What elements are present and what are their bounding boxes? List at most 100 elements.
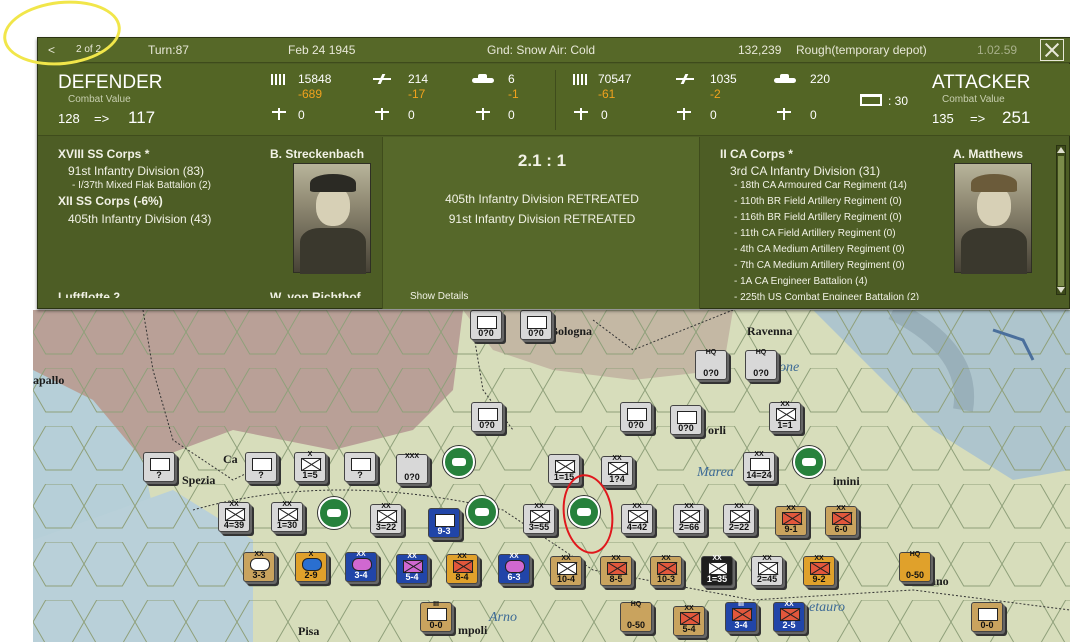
attacker-corps-1[interactable]: II CA Corps * [720, 147, 793, 161]
result-line-2: 91st Infantry Division RETREATED [448, 212, 636, 226]
unit-counter[interactable]: XX 4=42 [621, 503, 653, 534]
unit-counter[interactable]: 0?0 [471, 402, 503, 432]
men-icon [573, 74, 587, 85]
defender-men: 15848 [298, 72, 332, 86]
allied-unit-counter[interactable]: XX 3-4 [345, 551, 377, 582]
allied-unit-counter[interactable]: XX 8-5 [600, 555, 632, 586]
unit-counter[interactable]: XX 14=24 [743, 451, 775, 482]
defender-division-2[interactable]: 405th Infantry Division (43) [68, 212, 211, 226]
defender-battalion-1[interactable]: - I/37th Mixed Flak Battalion (2) [72, 180, 211, 191]
hex-map[interactable]: Bologna Ravenna apallo Ca a Spezia orli … [33, 310, 1070, 642]
allied-unit-counter[interactable]: XX 9-2 [803, 555, 835, 586]
unit-counter[interactable]: XX 2=66 [673, 503, 705, 534]
defender-corps-2[interactable]: XII SS Corps (-6%) [58, 194, 163, 208]
attacker-bomb2: 0 [710, 108, 717, 122]
unit-counter[interactable]: 0?0 [620, 402, 652, 432]
defender-cv-from: 128 [58, 111, 80, 126]
unit-counter[interactable]: 0?0 [520, 310, 552, 340]
defender-units-column: XVIII SS Corps * B. Streckenbach 91st In… [38, 137, 382, 309]
place-pisa: Pisa [298, 624, 320, 638]
defender-division-1[interactable]: 91st Infantry Division (83) [68, 164, 204, 178]
defender-bomb3: 0 [508, 108, 515, 122]
allied-unit-counter[interactable]: XX 10-4 [550, 555, 582, 586]
tank-icon [472, 74, 494, 83]
place-savio: one [779, 360, 800, 375]
unit-counter[interactable]: XX 2=22 [723, 503, 755, 534]
allied-unit-counter[interactable]: XX 6-0 [825, 505, 857, 536]
place-bologna: Bologna [550, 324, 593, 338]
unit-counter[interactable]: XX 1=1 [769, 401, 801, 432]
place-la-spezia: a Spezia [173, 473, 216, 487]
hq-counter[interactable]: XXX 0?0 [396, 453, 428, 484]
unit-counter[interactable]: 0?0 [670, 405, 702, 435]
defender-planes-delta: -17 [408, 87, 426, 101]
scroll-thumb[interactable] [1058, 156, 1064, 286]
attacker-list-scrollbar[interactable] [1056, 145, 1066, 295]
unit-counter[interactable]: XX 1?4 [601, 455, 633, 486]
allied-unit-counter[interactable]: XX 3-3 [243, 551, 275, 582]
attacker-regiment[interactable]: - 11th CA Field Artillery Regiment (0) [734, 228, 896, 239]
allied-unit-counter[interactable]: XX 5-4 [673, 605, 705, 636]
attacker-regiment[interactable]: - 116th BR Field Artillery Regiment (0) [734, 212, 902, 223]
allied-unit-counter[interactable]: XX 9-1 [775, 505, 807, 536]
defender-men-delta: -689 [298, 87, 323, 101]
unit-counter[interactable]: X 1=5 [294, 451, 326, 482]
attacker-commander: A. Matthews [953, 147, 1024, 161]
place-marecchia: Marea [697, 465, 734, 480]
allied-unit-counter[interactable]: XX 6-3 [498, 553, 530, 584]
allied-unit-counter[interactable]: XX 8-4 [446, 553, 478, 584]
allied-unit-counter[interactable]: XX 5-4 [396, 553, 428, 584]
attacker-division-1[interactable]: 3rd CA Infantry Division (31) [730, 164, 880, 178]
defender-commander-portrait [293, 163, 371, 274]
allied-unit-counter[interactable]: III 3-4 [725, 601, 757, 632]
german-tank-unit[interactable] [793, 446, 825, 478]
attacker-regiment[interactable]: - 110th BR Field Artillery Regiment (0) [734, 196, 902, 207]
unit-counter[interactable]: XX 4=39 [218, 501, 250, 532]
allied-unit-counter[interactable]: 0-0 [971, 602, 1003, 632]
unit-counter[interactable]: XX 3=55 [523, 503, 555, 534]
allied-unit-counter[interactable]: XX 10-3 [650, 555, 682, 586]
scroll-down-icon[interactable] [1057, 287, 1065, 293]
bomber-icon [374, 108, 394, 120]
german-tank-unit[interactable] [318, 497, 350, 529]
allied-hq-counter[interactable]: HQ 0-50 [620, 601, 652, 632]
attacker-regiment[interactable]: - 7th CA Medium Artillery Regiment (0) [734, 260, 905, 271]
scroll-up-icon[interactable] [1057, 147, 1065, 153]
attacker-regiment[interactable]: - 225th US Combat Engineer Battalion (2) [734, 292, 919, 300]
hq-counter[interactable]: HQ 0?0 [745, 349, 777, 380]
unit-counter[interactable]: XX 3=22 [370, 503, 402, 534]
unit-counter[interactable]: XX 1=30 [271, 501, 303, 532]
place-rapallo: apallo [33, 373, 65, 387]
attacker-forts: : 30 [888, 94, 909, 108]
attacker-arrow: => [970, 111, 986, 126]
defender-air-commander: W. von Richthof [270, 290, 361, 298]
show-details-link[interactable]: Show Details [410, 291, 468, 302]
unit-counter[interactable]: 0?0 [470, 310, 502, 340]
attacker-regiment[interactable]: - 18th CA Armoured Car Regiment (14) [734, 180, 907, 191]
german-tank-unit[interactable] [466, 496, 498, 528]
allied-unit-counter[interactable]: XX 1=35 [701, 555, 733, 586]
allied-hq-counter[interactable]: HQ 0-50 [899, 551, 931, 582]
hex-coords: 132,239 [738, 43, 782, 57]
place-arno: Arno [489, 610, 517, 625]
hq-counter[interactable]: HQ 0?0 [695, 349, 727, 380]
defender-corps-1[interactable]: XVIII SS Corps * [58, 147, 149, 161]
unit-counter[interactable]: ? [245, 452, 277, 482]
unit-counter[interactable]: ? [143, 452, 175, 482]
allied-unit-counter[interactable]: XX 2-5 [773, 601, 805, 632]
defender-air-group[interactable]: Luftflotte 2 [58, 290, 120, 298]
unit-counter[interactable]: ? [344, 452, 376, 482]
plane-icon [371, 74, 391, 84]
date-label: Feb 24 1945 [288, 43, 356, 57]
close-button[interactable] [1040, 39, 1064, 61]
attacker-cv-to: 251 [1002, 108, 1031, 127]
attacker-regiment[interactable]: - 1A CA Engineer Battalion (4) [734, 276, 867, 287]
unit-counter[interactable]: XX 2=45 [751, 555, 783, 586]
german-tank-unit[interactable] [443, 446, 475, 478]
allied-unit-counter[interactable]: III 0-0 [420, 601, 452, 632]
bomber-icon [271, 108, 291, 120]
attacker-regiment[interactable]: - 4th CA Medium Artillery Regiment (0) [734, 244, 905, 255]
allied-unit-counter[interactable]: X 2-9 [295, 551, 327, 582]
attacker-title: ATTACKER [932, 72, 1031, 93]
allied-unit-counter[interactable]: 9-3 [428, 508, 460, 538]
